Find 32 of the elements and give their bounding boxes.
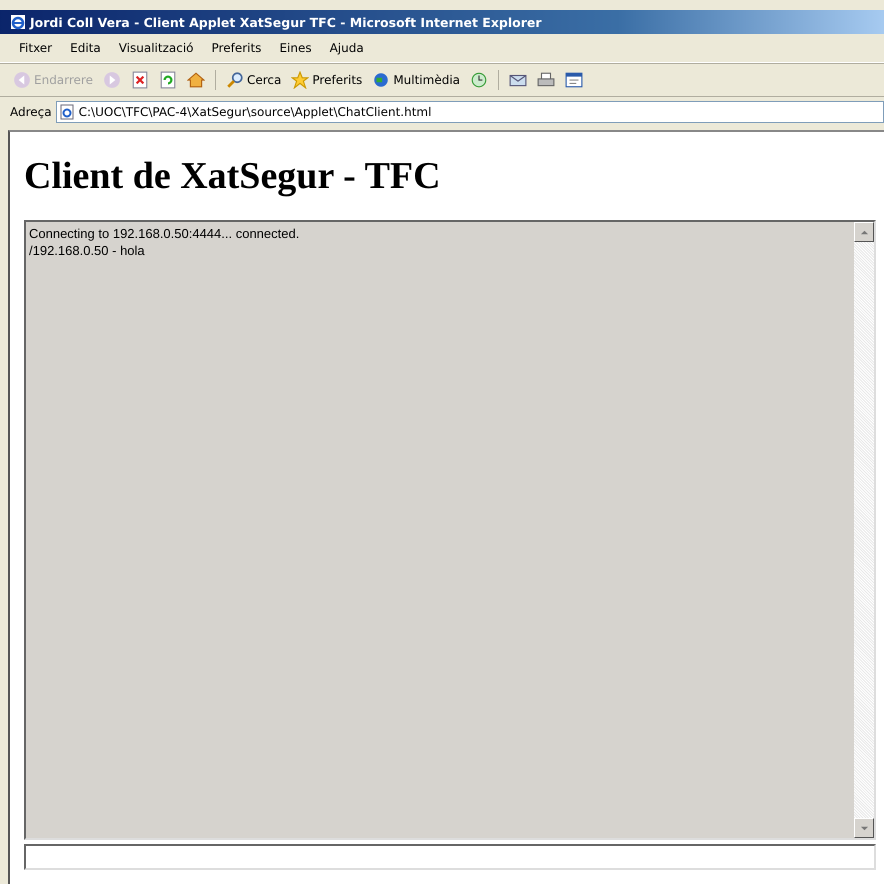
home-icon: [187, 71, 205, 89]
scroll-down-button[interactable]: [854, 818, 874, 838]
window-title: Jordi Coll Vera - Client Applet XatSegur TFC - Microsoft Internet Explorer: [30, 14, 542, 30]
clock-icon: [470, 71, 488, 89]
search-icon: [226, 71, 244, 89]
chat-message: Connecting to 192.168.0.50:4444... connected.: [29, 225, 300, 242]
media-button[interactable]: Multimèdia: [369, 70, 464, 90]
menu-item[interactable]: Visualització: [110, 39, 203, 57]
menu-item[interactable]: Fitxer: [10, 39, 62, 57]
menu-item[interactable]: Ajuda: [320, 39, 373, 57]
star-icon: [291, 71, 310, 89]
document-icon: [565, 71, 584, 89]
printer-icon: [537, 71, 556, 89]
browser-icon: [10, 14, 26, 30]
refresh-icon: [159, 71, 177, 89]
search-button[interactable]: Cerca: [223, 70, 284, 90]
address-label: Adreça: [10, 105, 52, 119]
message-input[interactable]: [24, 844, 876, 870]
globe-icon: [372, 71, 390, 89]
home-button[interactable]: [184, 70, 208, 90]
address-field[interactable]: C:\UOC\TFC\PAC-4\XatSegur\source\Applet\ChatClient.html: [56, 101, 884, 123]
menu-item[interactable]: Edita: [61, 39, 110, 57]
page-icon: [58, 104, 75, 120]
menu-item[interactable]: Eines: [270, 39, 321, 57]
scrollbar[interactable]: [854, 222, 874, 838]
menu-item[interactable]: Preferits: [202, 39, 270, 57]
down-arrow-icon: [860, 824, 868, 832]
stop-icon: [131, 71, 149, 89]
page-heading: Client de XatSegur - TFC: [24, 154, 442, 198]
favorites-button[interactable]: Preferits: [288, 70, 366, 90]
scroll-up-button[interactable]: [854, 222, 874, 242]
chat-message: /192.168.0.50 - hola: [29, 242, 146, 259]
